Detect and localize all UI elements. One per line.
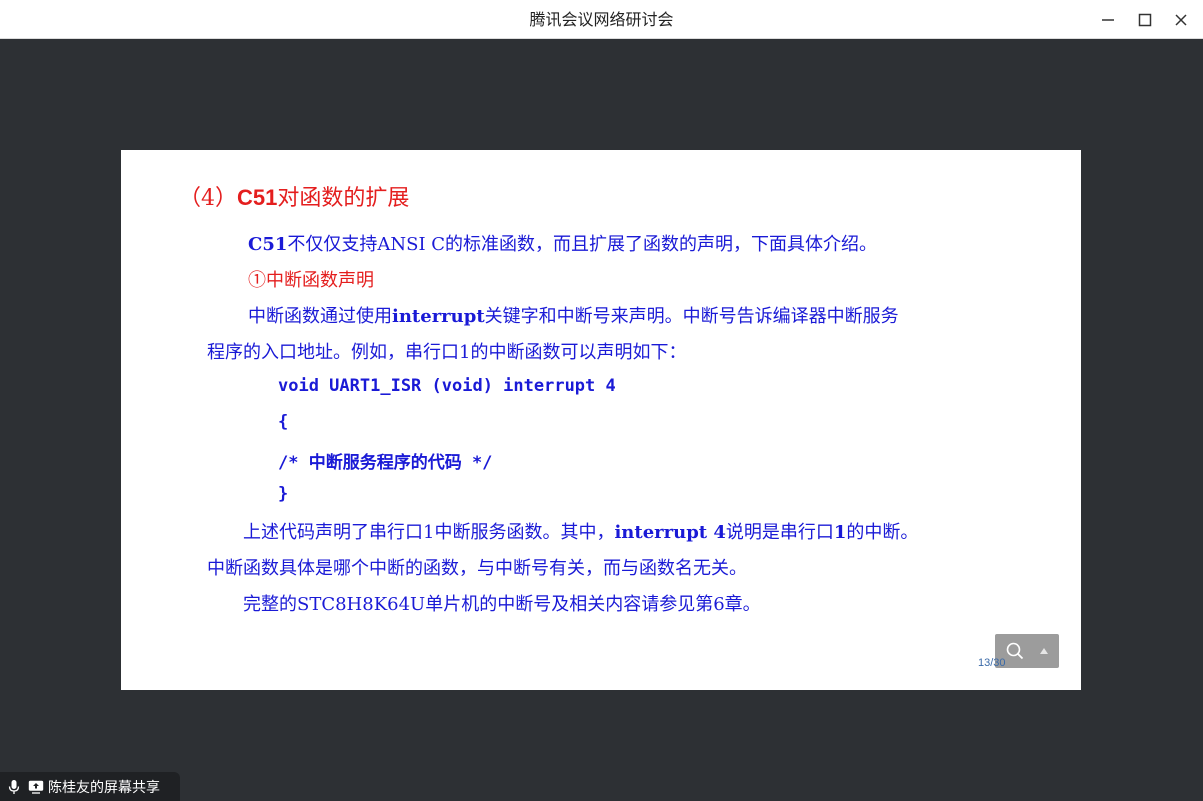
para1-line1: 中断函数通过使用interrupt关键字和中断号来声明。中断号告诉编译器中断服务	[248, 302, 899, 328]
minimize-button[interactable]	[1093, 6, 1123, 34]
minimize-icon	[1102, 19, 1114, 21]
code-line: /* 中断服务程序的代码 */	[278, 453, 493, 473]
item1-heading: ①中断函数声明	[248, 270, 374, 291]
triangle-up-icon	[1040, 648, 1048, 654]
para1-text-a: 中断函数通过使用	[248, 306, 392, 327]
para2-text-a: 上述代码声明了串行口1中断服务函数。其中，	[243, 522, 615, 543]
intro-bold: C51	[248, 234, 288, 255]
microphone-icon	[6, 777, 22, 797]
menu-up-button[interactable]	[1035, 642, 1053, 660]
para2-keyword: interrupt 4	[614, 522, 726, 543]
code-line: {	[278, 412, 289, 432]
magnifier-icon	[1006, 642, 1024, 660]
para2-text-b: 说明是串行口	[725, 522, 834, 543]
slide-title-bold: C51	[237, 185, 278, 210]
screen-share-badge[interactable]: 陈桂友的屏幕共享	[0, 772, 180, 801]
para1-line2: 程序的入口地址。例如，串行口1的中断函数可以声明如下：	[207, 342, 687, 363]
code-line: void UART1_ISR (void) interrupt 4	[278, 376, 616, 396]
shared-slide: （4）C51对函数的扩展 C51不仅仅支持ANSI C的标准函数，而且扩展了函数…	[121, 150, 1081, 690]
zoom-button[interactable]	[1003, 640, 1027, 662]
maximize-button[interactable]	[1130, 6, 1160, 34]
window-titlebar: 腾讯会议网络研讨会	[0, 0, 1203, 39]
code-line: }	[278, 484, 289, 504]
para2-line1: 上述代码声明了串行口1中断服务函数。其中，interrupt 4说明是串行口1的…	[243, 518, 918, 544]
maximize-icon	[1138, 13, 1152, 27]
intro-text: 不仅仅支持ANSI C的标准函数，而且扩展了函数的声明，下面具体介绍。	[287, 234, 878, 255]
para2-line2: 中断函数具体是哪个中断的函数，与中断号有关，而与函数名无关。	[207, 558, 747, 579]
para1-text-b: 关键字和中断号来声明。中断号告诉编译器中断服务	[484, 306, 899, 327]
intro-line: C51不仅仅支持ANSI C的标准函数，而且扩展了函数的声明，下面具体介绍。	[248, 230, 877, 256]
screen-share-label: 陈桂友的屏幕共享	[48, 779, 160, 796]
slide-title-prefix: （4）	[179, 186, 237, 211]
page-number: 13/30	[978, 657, 1006, 669]
para2-number: 1	[833, 522, 847, 543]
slide-title: （4）C51对函数的扩展	[179, 180, 409, 212]
para3-line: 完整的STC8H8K64U单片机的中断号及相关内容请参见第6章。	[243, 594, 761, 615]
para2-text-c: 的中断。	[846, 522, 919, 543]
close-button[interactable]	[1166, 6, 1196, 34]
para1-keyword: interrupt	[392, 306, 485, 327]
slide-title-rest: 对函数的扩展	[277, 186, 410, 211]
window-title: 腾讯会议网络研讨会	[529, 10, 674, 29]
close-icon	[1175, 14, 1187, 26]
screen-share-icon	[28, 779, 44, 795]
